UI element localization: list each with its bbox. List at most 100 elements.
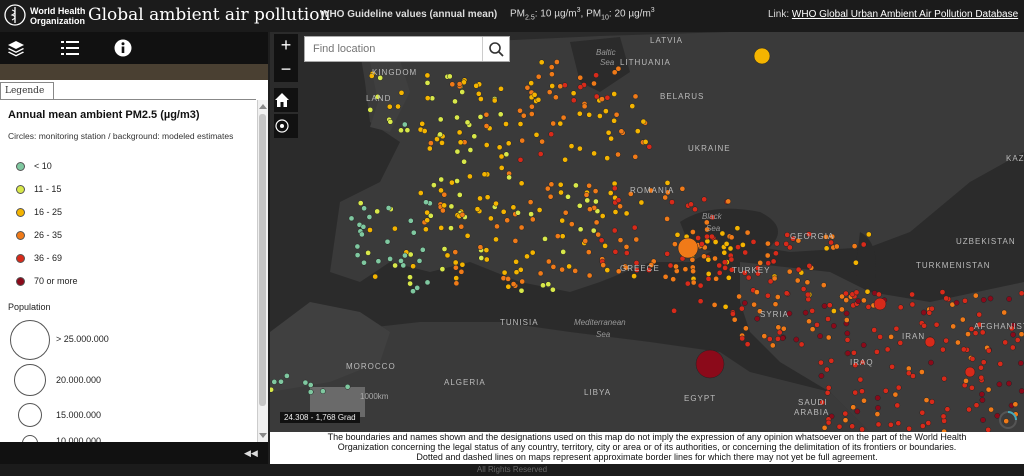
station-dot[interactable] bbox=[452, 259, 459, 266]
station-dot[interactable] bbox=[385, 205, 392, 211]
station-dot[interactable] bbox=[536, 207, 543, 213]
station-dot[interactable] bbox=[735, 244, 741, 250]
station-dot[interactable] bbox=[730, 311, 736, 317]
station-dot[interactable] bbox=[757, 260, 764, 266]
station-dot[interactable] bbox=[965, 331, 971, 337]
legend-tab[interactable]: Legende bbox=[0, 82, 54, 99]
station-dot[interactable] bbox=[1006, 296, 1012, 302]
station-dot[interactable] bbox=[554, 233, 561, 239]
station-dot[interactable] bbox=[854, 408, 861, 415]
station-dot[interactable] bbox=[860, 241, 867, 248]
station-dot[interactable] bbox=[623, 210, 630, 217]
station-dot[interactable] bbox=[821, 424, 828, 431]
station-dot[interactable] bbox=[454, 114, 460, 121]
station-dot[interactable] bbox=[669, 199, 675, 205]
station-dot[interactable] bbox=[611, 91, 618, 97]
station-dot[interactable] bbox=[638, 199, 645, 206]
station-dot[interactable] bbox=[444, 252, 451, 259]
station-dot[interactable] bbox=[557, 83, 564, 90]
station-dot[interactable] bbox=[424, 72, 431, 79]
station-dot[interactable] bbox=[591, 150, 597, 157]
station-dot[interactable] bbox=[664, 250, 671, 257]
station-dot[interactable] bbox=[605, 129, 612, 136]
station-dot[interactable] bbox=[401, 121, 408, 128]
station-dot[interactable] bbox=[940, 346, 946, 353]
station-dot[interactable] bbox=[875, 421, 882, 428]
station-dot[interactable] bbox=[448, 203, 455, 210]
station-dot[interactable] bbox=[537, 151, 544, 157]
station-dot[interactable] bbox=[518, 224, 525, 231]
station-dot[interactable] bbox=[774, 294, 781, 300]
station-dot[interactable] bbox=[920, 309, 927, 316]
station-dot[interactable] bbox=[426, 145, 433, 152]
station-dot[interactable] bbox=[503, 151, 510, 158]
station-dot[interactable] bbox=[721, 249, 728, 256]
station-dot[interactable] bbox=[438, 176, 445, 183]
station-dot[interactable] bbox=[545, 258, 552, 265]
station-dot[interactable] bbox=[473, 82, 480, 89]
station-dot[interactable] bbox=[387, 118, 394, 125]
station-dot[interactable] bbox=[836, 423, 843, 430]
station-dot[interactable] bbox=[857, 376, 864, 383]
station-dot[interactable] bbox=[826, 302, 833, 309]
station-dot[interactable] bbox=[398, 258, 404, 264]
station-dot[interactable] bbox=[692, 206, 698, 213]
station-dot[interactable] bbox=[477, 244, 484, 251]
station-dot[interactable] bbox=[361, 205, 367, 212]
station-dot[interactable] bbox=[786, 268, 793, 275]
station-dot[interactable] bbox=[876, 291, 882, 298]
station-dot[interactable] bbox=[825, 316, 831, 322]
station-dot[interactable] bbox=[855, 298, 862, 305]
station-dot[interactable] bbox=[851, 349, 857, 356]
station-dot[interactable] bbox=[769, 342, 776, 349]
station-dot[interactable] bbox=[512, 238, 519, 244]
station-dot[interactable] bbox=[711, 302, 718, 308]
station-dot[interactable] bbox=[623, 250, 630, 256]
station-dot[interactable] bbox=[679, 185, 686, 192]
station-dot[interactable] bbox=[392, 262, 398, 269]
station-dot[interactable] bbox=[483, 142, 490, 148]
station-dot[interactable] bbox=[577, 226, 584, 233]
station-dot[interactable] bbox=[672, 241, 678, 247]
station-dot[interactable] bbox=[617, 237, 624, 243]
station-dot[interactable] bbox=[818, 359, 824, 366]
station-dot[interactable] bbox=[611, 185, 618, 192]
station-dot[interactable] bbox=[959, 316, 966, 323]
station-dot[interactable] bbox=[344, 383, 351, 390]
station-dot[interactable] bbox=[779, 335, 786, 342]
station-dot[interactable] bbox=[690, 268, 696, 275]
station-dot[interactable] bbox=[577, 84, 584, 90]
station-dot[interactable] bbox=[458, 268, 465, 275]
station-dot[interactable] bbox=[518, 287, 525, 294]
station-dot[interactable] bbox=[882, 387, 889, 394]
station-dot[interactable] bbox=[539, 138, 545, 145]
station-dot[interactable] bbox=[498, 165, 505, 171]
station-dot[interactable] bbox=[456, 129, 463, 136]
station-dot[interactable] bbox=[554, 59, 560, 65]
station-dot[interactable] bbox=[440, 207, 446, 214]
station-dot[interactable] bbox=[513, 258, 519, 265]
station-dot[interactable] bbox=[410, 263, 416, 270]
station-dot[interactable] bbox=[577, 74, 584, 81]
station-dot[interactable] bbox=[770, 258, 777, 265]
station-dot[interactable] bbox=[424, 279, 431, 286]
station-dot[interactable] bbox=[568, 143, 575, 149]
station-dot[interactable] bbox=[642, 139, 649, 145]
station-dot[interactable] bbox=[513, 269, 520, 276]
legend-scrollbar[interactable] bbox=[257, 100, 268, 442]
station-dot[interactable] bbox=[593, 72, 599, 79]
station-dot[interactable] bbox=[591, 80, 597, 87]
station-dot[interactable] bbox=[441, 246, 448, 252]
station-dot[interactable] bbox=[699, 241, 705, 247]
station-dot[interactable] bbox=[529, 103, 535, 110]
station-dot[interactable] bbox=[673, 263, 679, 270]
station-dot[interactable] bbox=[839, 306, 845, 313]
station-dot[interactable] bbox=[843, 310, 850, 317]
station-dot[interactable] bbox=[566, 263, 572, 270]
station-dot[interactable] bbox=[419, 246, 426, 253]
station-dot[interactable] bbox=[844, 337, 851, 343]
station-dot[interactable] bbox=[1002, 339, 1009, 346]
station-dot[interactable] bbox=[505, 283, 512, 290]
station-dot[interactable] bbox=[874, 349, 880, 355]
station-dot[interactable] bbox=[582, 238, 589, 244]
